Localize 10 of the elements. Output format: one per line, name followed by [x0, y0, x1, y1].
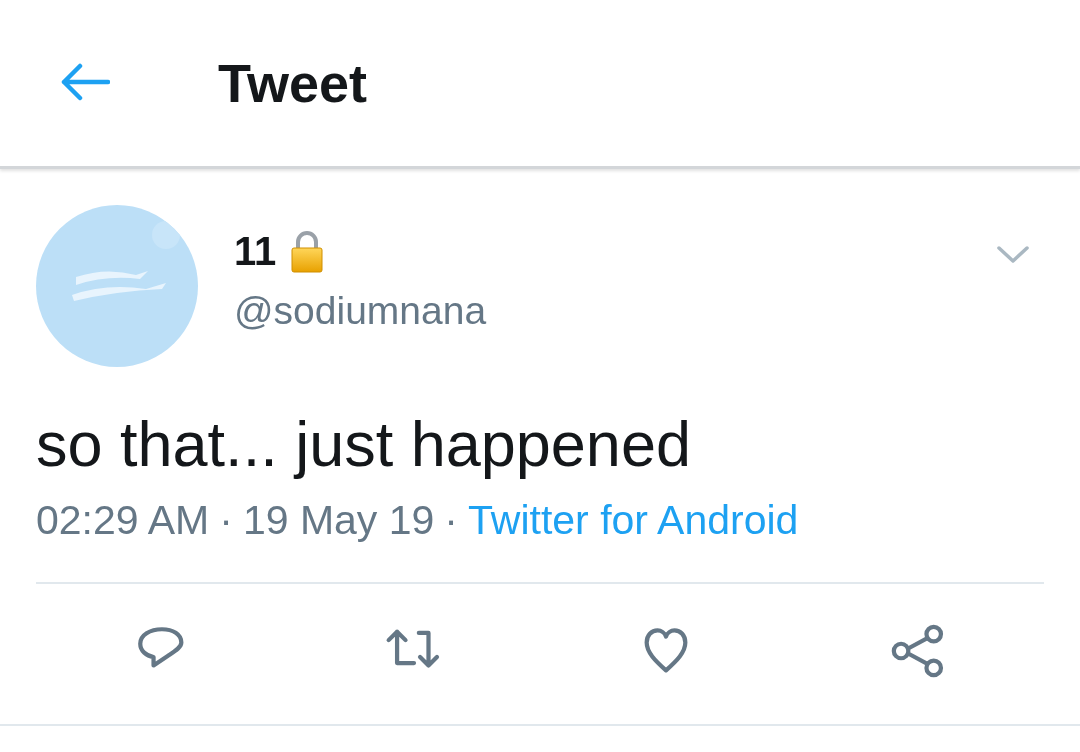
separator-dot: · [219, 496, 233, 544]
source-link[interactable]: Twitter for Android [468, 496, 799, 544]
page-title: Tweet [218, 52, 368, 114]
display-name[interactable]: 11 [234, 228, 277, 274]
tweet-timestamp: 19 May 19 [242, 496, 435, 544]
tweet-timestamp: 02:29 AM [36, 496, 210, 544]
separator-dot: · [444, 496, 458, 544]
user-handle[interactable]: @sodiumnana [234, 289, 487, 333]
back-arrow-icon[interactable] [60, 62, 110, 102]
tweet-text: so that... just happened [36, 408, 692, 481]
